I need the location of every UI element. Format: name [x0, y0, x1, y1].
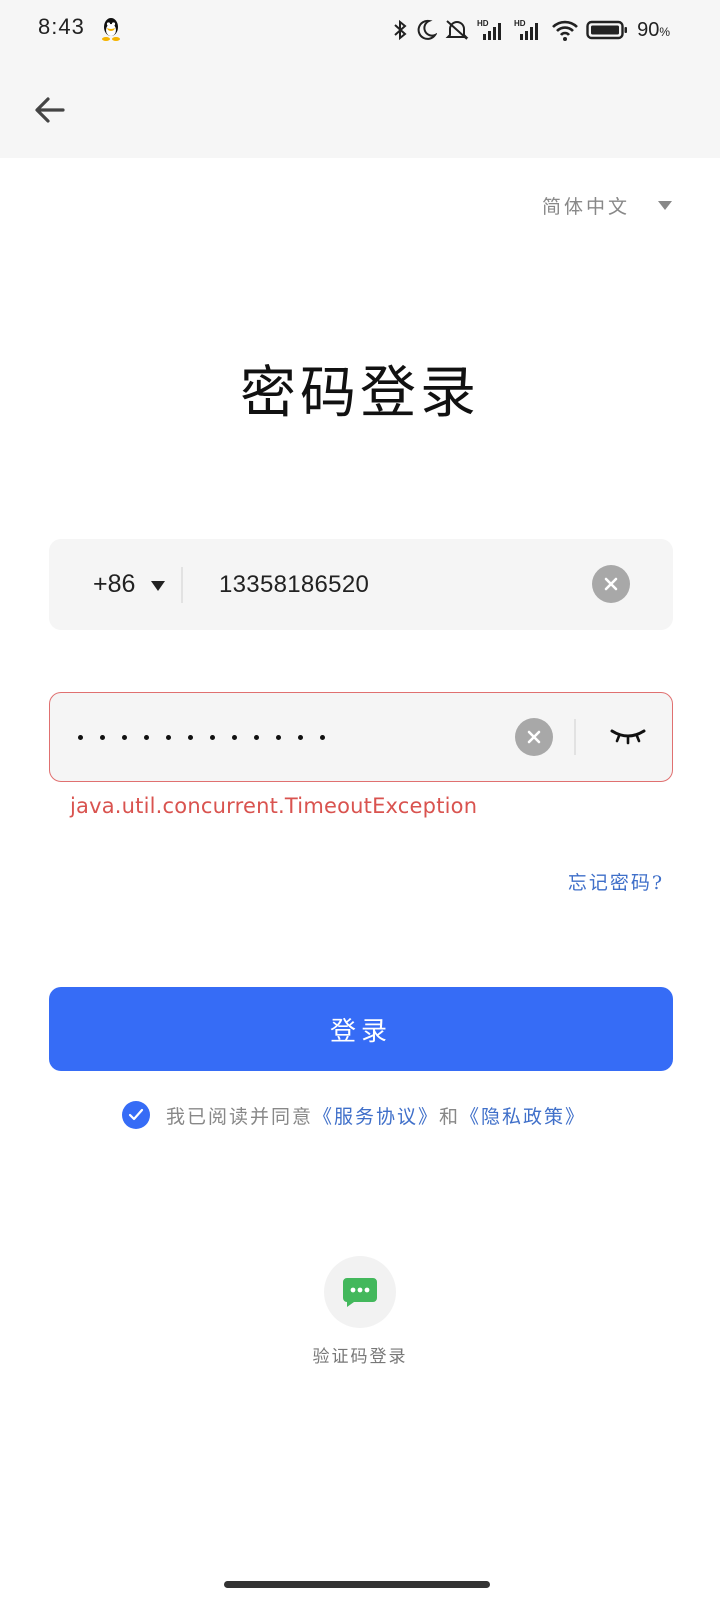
password-mask-dot — [232, 734, 237, 740]
password-mask-dot — [122, 734, 127, 740]
password-mask-dot — [320, 734, 325, 740]
battery-percent: 90% — [637, 18, 670, 41]
agreement-row: 我已阅读并同意 《服务协议》 和 《隐私政策》 — [122, 1100, 586, 1130]
battery-icon — [586, 20, 628, 40]
login-button-label: 登录 — [329, 1016, 392, 1047]
privacy-policy-link[interactable]: 《隐私政策》 — [460, 1102, 586, 1129]
status-icons: HD HD 90% — [392, 14, 670, 46]
country-code-selector[interactable]: +86 — [93, 539, 166, 630]
agreement-checkbox[interactable] — [122, 1101, 150, 1129]
password-input[interactable] — [78, 693, 325, 781]
agreement-prefix: 我已阅读并同意 — [166, 1105, 314, 1128]
checkmark-icon — [128, 1108, 144, 1121]
password-mask-dot — [210, 734, 215, 740]
svg-text:HD: HD — [514, 19, 526, 28]
divider — [181, 567, 183, 603]
clear-phone-button[interactable] — [592, 565, 630, 603]
language-selector[interactable]: 简体中文 — [542, 192, 672, 219]
do-not-disturb-icon — [417, 19, 438, 40]
hd-signal-icon: HD — [514, 19, 539, 40]
sms-login-button[interactable] — [324, 1256, 396, 1328]
arrow-left-icon — [35, 97, 65, 123]
password-mask-dot — [188, 734, 193, 740]
login-button[interactable]: 登录 — [49, 987, 673, 1071]
password-mask-dot — [298, 734, 303, 740]
phone-field: +86 13358186520 — [49, 539, 673, 630]
eye-closed-icon — [610, 729, 646, 745]
close-icon — [527, 730, 541, 744]
language-label: 简体中文 — [541, 196, 630, 218]
caret-down-icon — [658, 201, 672, 210]
sms-login-label: 验证码登录 — [312, 1347, 408, 1367]
error-message: java.util.concurrent.TimeoutException — [70, 794, 478, 818]
wifi-icon — [552, 20, 578, 41]
back-button[interactable] — [28, 88, 72, 132]
sms-icon — [343, 1278, 377, 1307]
password-mask-dot — [144, 734, 149, 740]
status-time: 8:43 — [38, 14, 85, 39]
page-title: 密码登录 — [240, 361, 480, 426]
service-agreement-link[interactable]: 《服务协议》 — [313, 1102, 439, 1129]
phone-input[interactable]: 13358186520 — [219, 539, 369, 630]
toggle-password-visibility-button[interactable] — [606, 715, 650, 759]
mute-icon — [445, 20, 469, 40]
country-code: +86 — [93, 570, 136, 598]
bluetooth-icon — [394, 19, 407, 41]
svg-text:HD: HD — [477, 19, 489, 28]
forgot-password-link[interactable]: 忘记密码? — [568, 868, 664, 895]
clear-password-button[interactable] — [515, 718, 553, 756]
password-mask-dot — [100, 734, 105, 740]
hd-signal-icon: HD — [477, 19, 502, 40]
top-bar: 8:43 HD HD 90% — [0, 0, 720, 158]
close-icon — [604, 577, 618, 591]
caret-down-icon — [151, 580, 166, 591]
password-mask-dot — [166, 734, 171, 740]
divider — [574, 719, 576, 755]
agreement-joiner: 和 — [439, 1105, 461, 1128]
qq-icon — [102, 18, 120, 41]
home-indicator[interactable] — [224, 1581, 490, 1588]
password-mask-dot — [78, 734, 83, 740]
password-field[interactable] — [49, 692, 673, 782]
password-mask-dot — [276, 734, 281, 740]
password-mask-dot — [254, 734, 259, 740]
